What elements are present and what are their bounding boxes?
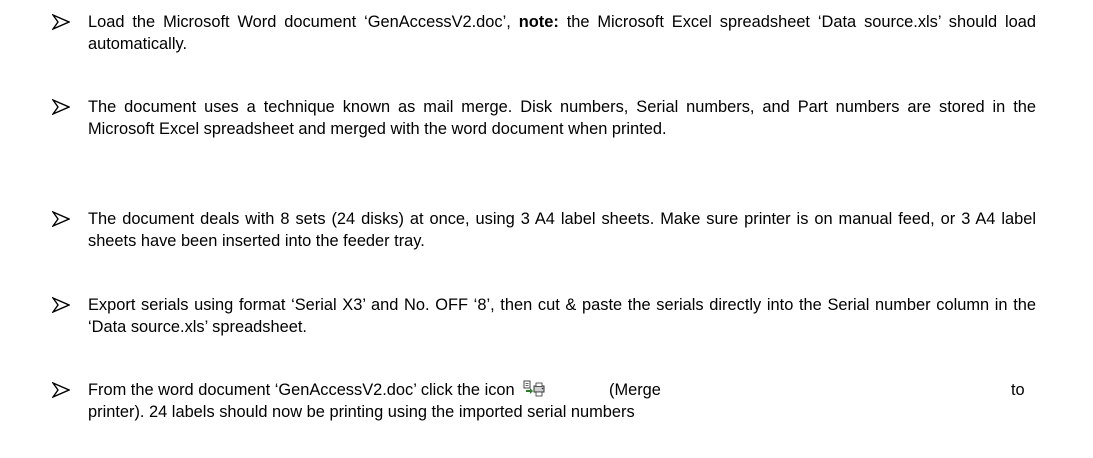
arrowhead-bullet-icon [52, 14, 70, 32]
list-item-text-part: From the word document ‘GenAccessV2.doc’… [88, 381, 515, 399]
list-item-text: Export serials using format ‘Serial X3’ … [88, 296, 1036, 336]
arrowhead-bullet-icon [52, 99, 70, 117]
list-item-text: Load the Microsoft Word document ‘GenAcc… [88, 11, 1036, 55]
note-label: note: [518, 13, 559, 31]
list-item-text-part: printer). 24 labels should now be printi… [88, 403, 635, 421]
merge-label: (Merge [609, 381, 661, 399]
arrowhead-bullet-icon [52, 382, 70, 400]
merge-to-label: to [1011, 381, 1025, 399]
merge-to-printer-icon [523, 380, 545, 398]
merge-line: From the word document ‘GenAccessV2.doc’… [88, 379, 1036, 401]
arrowhead-bullet-icon [52, 297, 70, 315]
list-item-text: The document deals with 8 sets (24 disks… [88, 210, 1036, 250]
document-page: Load the Microsoft Word document ‘GenAcc… [0, 0, 1093, 458]
list-item-text: The document uses a technique known as m… [88, 98, 1036, 138]
list-item-text-part: Load the Microsoft Word document ‘GenAcc… [88, 13, 519, 31]
list-item-text: From the word document ‘GenAccessV2.doc’… [88, 379, 1036, 423]
arrowhead-bullet-icon [52, 211, 70, 229]
